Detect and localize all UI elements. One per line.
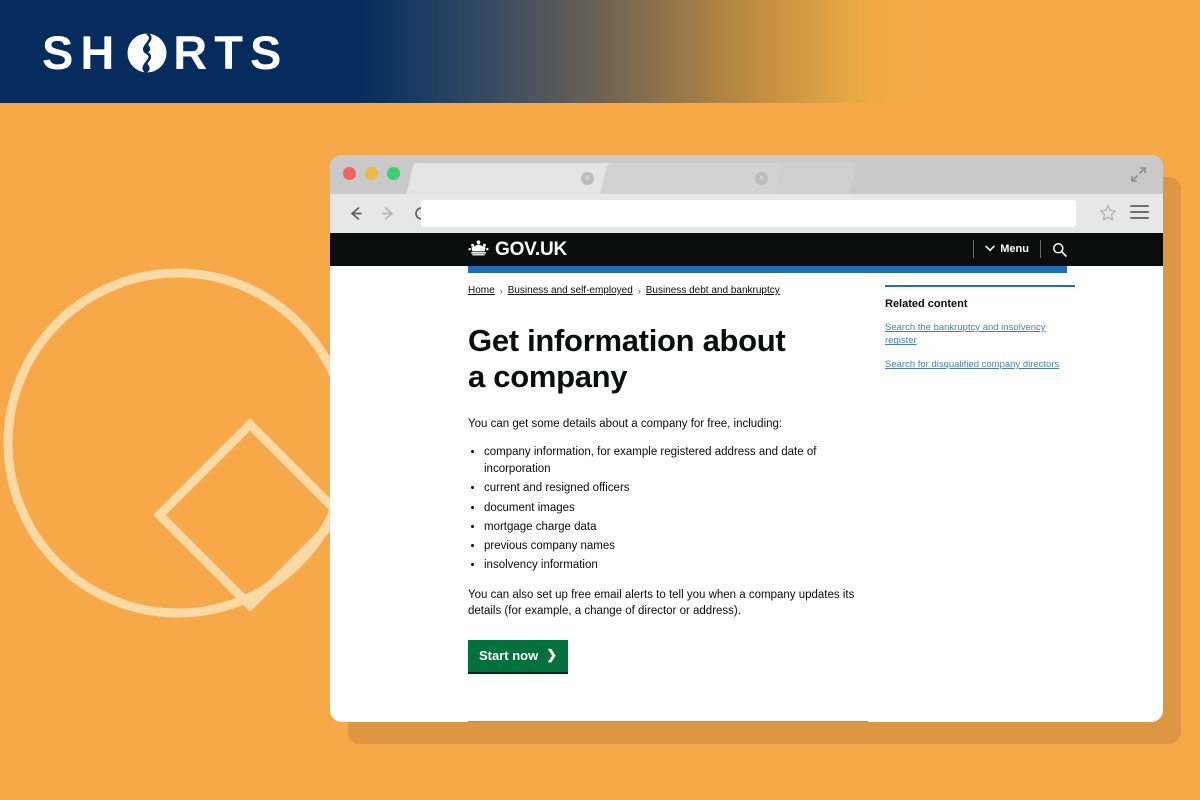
browser-tab-strip: × × — [406, 163, 857, 194]
govuk-header: GOV.UK Menu — [330, 233, 1163, 266]
related-content-sidebar: Related content Search the bankruptcy an… — [885, 285, 1075, 722]
related-content-heading: Related content — [885, 298, 968, 310]
star-icon[interactable] — [1099, 204, 1117, 222]
hamburger-menu-icon[interactable] — [1130, 205, 1149, 221]
menu-button-label: Menu — [1000, 243, 1029, 255]
tab-close-icon[interactable]: × — [755, 172, 768, 185]
sidebar-top-rule — [885, 285, 1075, 287]
tab-close-icon[interactable]: × — [581, 172, 594, 185]
expand-arrows-icon[interactable] — [1130, 166, 1147, 183]
browser-window: × × GOV.UK Menu Home › Business and self… — [330, 155, 1163, 722]
govuk-page-body: Home › Business and self-employed › Busi… — [330, 273, 1163, 722]
breadcrumb: Home › Business and self-employed › Busi… — [468, 285, 868, 296]
govuk-blue-bar — [468, 266, 1067, 273]
arrow-left-icon[interactable] — [346, 204, 365, 223]
nav-divider-left — [973, 240, 975, 258]
list-item: insolvency information — [484, 557, 868, 574]
list-item: document images — [484, 500, 868, 517]
browser-tab[interactable]: × — [600, 163, 788, 194]
large-circle-outline — [3, 268, 353, 618]
list-item: company information, for example registe… — [484, 444, 868, 479]
start-now-button[interactable]: Start now ❯ — [468, 640, 569, 673]
breadcrumb-item-business-debt-and-bankruptcy[interactable]: Business debt and bankruptcy — [646, 285, 780, 296]
list-item: previous company names — [484, 538, 868, 555]
start-now-button-label: Start now — [479, 647, 539, 663]
govuk-logo[interactable]: GOV.UK — [468, 239, 567, 261]
breadcrumb-item-home[interactable]: Home — [468, 285, 495, 296]
chevron-down-icon — [985, 243, 996, 255]
related-link-disqualified-directors[interactable]: Search for disqualified company director… — [885, 358, 1075, 371]
maximize-window-button[interactable] — [387, 167, 400, 180]
diamond-outline — [153, 418, 347, 612]
list-item: current and resigned officers — [484, 480, 868, 497]
chevron-right-icon: ❯ — [546, 647, 558, 663]
brand-logo-text-part2: RTS — [173, 25, 289, 79]
main-column: Home › Business and self-employed › Busi… — [468, 285, 868, 722]
breadcrumb-separator: › — [499, 285, 503, 296]
list-item: mortgage charge data — [484, 519, 868, 536]
split-circle-o-icon — [127, 32, 167, 74]
footer-divider — [468, 721, 868, 722]
arrow-right-icon[interactable] — [379, 204, 398, 223]
intro-paragraph: You can get some details about a company… — [468, 418, 783, 431]
browser-toolbar — [330, 194, 1163, 233]
govuk-header-nav: Menu — [962, 240, 1067, 258]
related-link-bankruptcy-register[interactable]: Search the bankruptcy and insolvency reg… — [885, 321, 1075, 348]
govuk-logo-text: GOV.UK — [495, 239, 568, 260]
brand-logo: SH RTS — [42, 20, 288, 84]
page-title: Get information about a company — [468, 323, 786, 394]
address-bar[interactable] — [421, 200, 1076, 227]
breadcrumb-item-business-and-self-employed[interactable]: Business and self-employed — [508, 285, 633, 296]
window-controls — [343, 167, 400, 180]
minimize-window-button[interactable] — [365, 167, 378, 180]
browser-tab[interactable] — [774, 163, 857, 194]
email-alerts-paragraph: You can also set up free email alerts to… — [468, 588, 855, 618]
crown-icon — [468, 239, 489, 261]
search-icon[interactable] — [1052, 242, 1067, 257]
navigation-buttons — [346, 204, 431, 223]
breadcrumb-separator: › — [637, 285, 641, 296]
address-bar-input[interactable] — [421, 200, 1076, 227]
brand-logo-text-part1: SH — [42, 25, 122, 79]
nav-divider-right — [1040, 240, 1041, 258]
browser-title-bar: × × — [330, 155, 1163, 194]
free-details-list: company information, for example registe… — [484, 444, 868, 575]
menu-button[interactable]: Menu — [985, 243, 1029, 255]
close-window-button[interactable] — [343, 167, 356, 180]
brand-header: SH RTS — [0, 0, 1200, 103]
browser-tab[interactable]: × — [406, 163, 614, 194]
